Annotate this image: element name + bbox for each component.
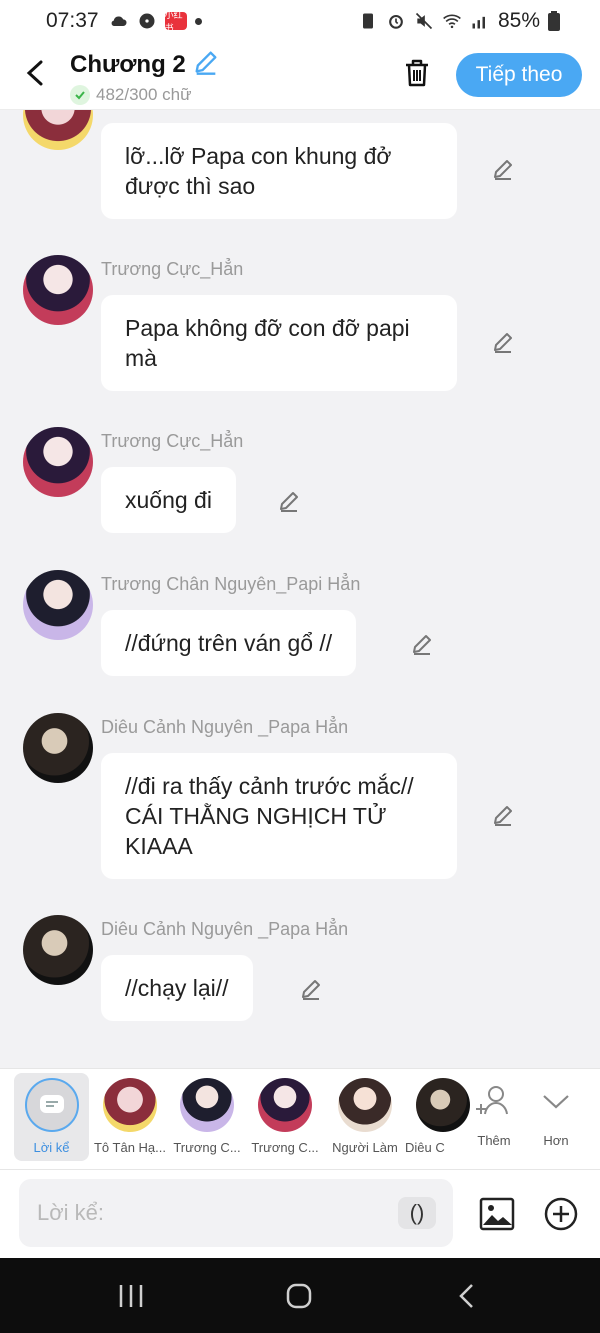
avatar[interactable] xyxy=(23,713,93,783)
sender-name: Trương Cực_Hẳn xyxy=(101,259,244,279)
mute-icon xyxy=(415,12,433,30)
message-bubble[interactable]: lỡ...lỡ Papa con khung đở được thì sao xyxy=(101,123,457,219)
pencil-icon xyxy=(494,806,512,826)
message-text: //chạy lại// xyxy=(125,975,229,1001)
input-bar: () xyxy=(0,1170,600,1258)
edit-message-button[interactable] xyxy=(409,631,435,657)
chip-label: Người Làm xyxy=(332,1140,398,1155)
radiation-icon xyxy=(139,13,155,29)
edit-message-button[interactable] xyxy=(490,802,516,828)
chip-label: Trương C... xyxy=(251,1140,319,1155)
add-character-button[interactable]: Thêm xyxy=(470,1069,518,1169)
message-icon xyxy=(39,1095,64,1113)
character-chip[interactable]: Trương C... xyxy=(248,1069,322,1169)
message-bubble[interactable]: //chạy lại// xyxy=(101,955,253,1021)
avatar xyxy=(180,1078,234,1132)
edit-title-button[interactable] xyxy=(192,48,220,81)
message-text: Papa không đỡ con đỡ papi mà xyxy=(125,315,410,371)
recent-apps-button[interactable] xyxy=(111,1280,151,1312)
message-text: xuống đi xyxy=(125,487,212,513)
chevron-left-icon xyxy=(26,60,43,86)
character-chip[interactable]: Diêu C xyxy=(405,1069,470,1169)
alarm-icon xyxy=(389,14,403,29)
message-bubble[interactable]: //đứng trên ván gổ // xyxy=(101,610,357,676)
chip-label: Tô Tân Hạ... xyxy=(93,1140,166,1155)
character-chip[interactable]: Người Làm xyxy=(327,1069,403,1169)
status-time: 07:37 xyxy=(46,9,99,32)
edit-message-button[interactable] xyxy=(490,329,516,355)
add-label: Thêm xyxy=(477,1133,511,1148)
home-icon xyxy=(286,1283,312,1309)
message-bubble[interactable]: //đi ra thấy cảnh trước mắc// CÁI THẰNG … xyxy=(101,753,457,879)
pencil-icon xyxy=(494,333,512,353)
avatar xyxy=(258,1078,312,1132)
signal-icon xyxy=(472,16,485,29)
back-button[interactable] xyxy=(18,56,52,90)
message-bubble[interactable]: xuống đi xyxy=(101,467,236,533)
chip-label: Trương C... xyxy=(173,1140,241,1155)
system-nav-bar xyxy=(0,1258,600,1333)
character-chip[interactable]: Trương C... xyxy=(170,1069,244,1169)
app-badge-icon: 小红书 xyxy=(164,10,187,33)
battery-text: 85% xyxy=(497,9,540,32)
chevron-down-icon xyxy=(543,1095,569,1109)
add-button[interactable] xyxy=(542,1195,580,1233)
avatar[interactable] xyxy=(23,427,93,497)
avatar[interactable] xyxy=(23,915,93,985)
chapter-title: Chương 2 xyxy=(70,50,186,78)
battery-icon xyxy=(548,11,560,31)
cloud-icon xyxy=(111,16,127,26)
chevron-left-icon xyxy=(459,1284,473,1308)
pencil-icon xyxy=(280,492,298,512)
avatar xyxy=(103,1078,157,1132)
pencil-icon xyxy=(195,51,217,75)
message-text: //đi ra thấy cảnh trước mắc// CÁI THẰNG … xyxy=(125,773,414,859)
back-nav-button[interactable] xyxy=(447,1280,487,1312)
recent-apps-icon xyxy=(119,1285,143,1307)
add-user-icon xyxy=(476,1086,508,1115)
pencil-icon xyxy=(413,635,431,655)
sender-name: Trương Cực_Hẳn xyxy=(101,431,244,451)
edit-message-button[interactable] xyxy=(490,156,516,182)
parenthesis-button[interactable]: () xyxy=(398,1197,436,1229)
pencil-icon xyxy=(302,980,320,1000)
insert-image-button[interactable] xyxy=(478,1195,516,1233)
word-count: 482/300 chữ xyxy=(96,85,192,104)
chip-label: Diêu C xyxy=(405,1140,445,1155)
nfc-icon xyxy=(362,13,373,29)
character-chip[interactable]: Tô Tân Hạ... xyxy=(92,1069,168,1169)
next-button[interactable]: Tiếp theo xyxy=(456,53,582,97)
narrator-chip[interactable]: Lời kể xyxy=(14,1073,89,1161)
delete-button[interactable] xyxy=(400,56,434,90)
status-bar: 07:37 小红书 85% xyxy=(0,0,600,42)
image-icon xyxy=(479,1197,515,1231)
edit-message-button[interactable] xyxy=(276,488,302,514)
editor-header: Chương 2 482/300 chữ Tiếp theo xyxy=(0,42,600,110)
avatar[interactable] xyxy=(23,570,93,640)
message-text: lỡ...lỡ Papa con khung đở được thì sao xyxy=(125,143,392,199)
more-label: Hơn xyxy=(543,1133,569,1148)
home-button[interactable] xyxy=(279,1280,319,1312)
dot-icon xyxy=(194,17,202,25)
avatar xyxy=(338,1078,392,1132)
trash-icon xyxy=(406,59,428,87)
message-bubble[interactable]: Papa không đỡ con đỡ papi mà xyxy=(101,295,457,391)
check-icon xyxy=(70,85,90,105)
wifi-icon xyxy=(443,14,461,29)
edit-message-button[interactable] xyxy=(298,976,324,1002)
chat-area[interactable]: lỡ...lỡ Papa con khung đở được thì sao T… xyxy=(0,110,600,1068)
sender-name: Diêu Cảnh Nguyên _Papa Hẳn xyxy=(101,919,349,939)
sender-name: Diêu Cảnh Nguyên _Papa Hẳn xyxy=(101,717,349,737)
more-button[interactable]: Hơn xyxy=(534,1069,578,1169)
avatar[interactable] xyxy=(23,110,93,150)
chip-label: Lời kể xyxy=(33,1140,70,1155)
character-bar: Lời kể Tô Tân Hạ... Trương C... Trương C… xyxy=(0,1068,600,1170)
avatar xyxy=(416,1078,470,1132)
plus-circle-icon xyxy=(544,1197,578,1231)
pencil-icon xyxy=(494,160,512,180)
avatar[interactable] xyxy=(23,255,93,325)
sender-name: Trương Chân Nguyên_Papi Hẳn xyxy=(101,574,361,594)
narration-input[interactable] xyxy=(19,1179,453,1247)
message-text: //đứng trên ván gổ // xyxy=(125,630,333,656)
